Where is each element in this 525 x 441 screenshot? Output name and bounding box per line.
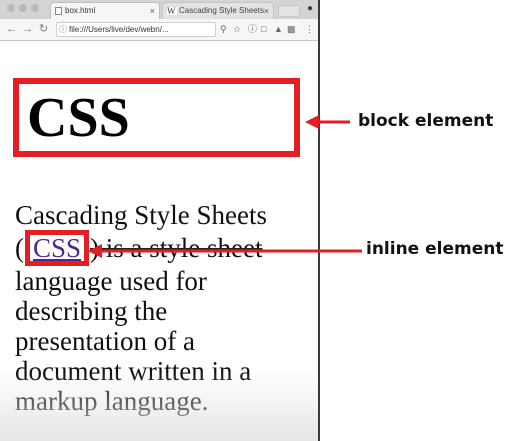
inline-arrowhead: [88, 244, 102, 258]
inline-element-label: inline element: [366, 239, 504, 259]
annotation-arrows: [88, 115, 362, 258]
block-element-label: block element: [358, 111, 494, 131]
block-arrowhead: [305, 115, 319, 129]
